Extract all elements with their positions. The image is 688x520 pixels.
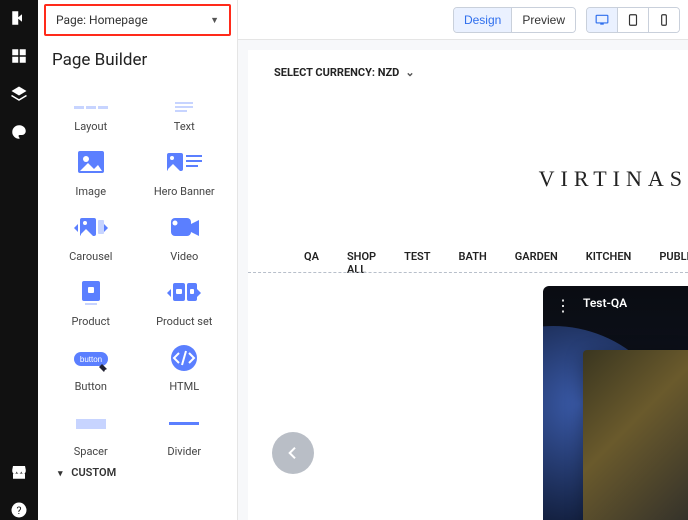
widget-carousel[interactable]: Carousel bbox=[44, 206, 138, 265]
widget-label: Hero Banner bbox=[154, 185, 215, 198]
widget-label: Product set bbox=[156, 315, 212, 328]
design-tab[interactable]: Design bbox=[454, 8, 511, 32]
widget-label: Divider bbox=[167, 445, 201, 458]
widget-label: Product bbox=[72, 315, 110, 328]
canvas-area: Design Preview SELECT CURRENCY: NZD ⌄ bbox=[238, 0, 688, 520]
page-selector[interactable]: Page: Homepage ▼ bbox=[44, 4, 231, 36]
layers-icon[interactable] bbox=[9, 84, 29, 104]
widget-hero-banner[interactable]: Hero Banner bbox=[138, 141, 232, 200]
widget-label: Layout bbox=[74, 120, 107, 133]
widget-html[interactable]: HTML bbox=[138, 336, 232, 395]
mobile-icon bbox=[657, 14, 671, 26]
carousel-card-image[interactable] bbox=[583, 350, 688, 520]
desktop-icon bbox=[595, 14, 609, 26]
widget-label: Spacer bbox=[74, 445, 108, 458]
widget-label: Carousel bbox=[69, 250, 112, 263]
widget-label: Image bbox=[75, 185, 106, 198]
mobile-viewport-button[interactable] bbox=[648, 8, 679, 32]
widget-label: Button bbox=[75, 380, 107, 393]
widget-button[interactable]: button Button bbox=[44, 336, 138, 395]
widgets-icon[interactable] bbox=[9, 46, 29, 66]
page-selector-label: Page: Homepage bbox=[56, 13, 148, 27]
widget-layout[interactable]: Layout bbox=[44, 76, 138, 135]
card-title: Test-QA bbox=[583, 296, 627, 310]
tablet-icon bbox=[626, 14, 640, 26]
brand-logo: VIRTINAS bbox=[539, 166, 688, 192]
help-icon[interactable]: ? bbox=[9, 500, 29, 520]
currency-selector[interactable]: SELECT CURRENCY: NZD ⌄ bbox=[248, 50, 688, 89]
widget-label: HTML bbox=[169, 380, 199, 393]
widget-label: Text bbox=[174, 120, 195, 133]
widget-spacer[interactable]: Spacer bbox=[44, 401, 138, 460]
widget-product[interactable]: Product bbox=[44, 271, 138, 330]
store-icon[interactable] bbox=[9, 462, 29, 482]
desktop-viewport-button[interactable] bbox=[587, 8, 617, 32]
custom-section-header[interactable]: CUSTOM bbox=[44, 460, 231, 479]
svg-text:?: ? bbox=[17, 504, 22, 517]
widget-label: Video bbox=[170, 250, 198, 263]
drop-zone-divider bbox=[248, 272, 688, 273]
widget-product-set[interactable]: Product set bbox=[138, 271, 232, 330]
widget-image[interactable]: Image bbox=[44, 141, 138, 200]
svg-text:button: button bbox=[80, 355, 102, 364]
logo-icon[interactable] bbox=[9, 8, 29, 28]
widget-video[interactable]: Video bbox=[138, 206, 232, 265]
more-icon[interactable]: ⋮ bbox=[555, 296, 573, 315]
theme-icon[interactable] bbox=[9, 122, 29, 142]
preview-tab[interactable]: Preview bbox=[511, 8, 575, 32]
carousel-prev-button[interactable] bbox=[272, 432, 314, 474]
app-rail: ? bbox=[0, 0, 38, 520]
widget-text[interactable]: Text bbox=[138, 76, 232, 135]
caret-down-icon: ▼ bbox=[210, 15, 219, 26]
widget-divider[interactable]: Divider bbox=[138, 401, 232, 460]
sidebar: Page: Homepage ▼ Page Builder Layout Tex… bbox=[38, 0, 238, 520]
sidebar-title: Page Builder bbox=[38, 40, 237, 76]
mode-toggle: Design Preview bbox=[453, 7, 576, 33]
viewport-toggle bbox=[586, 7, 680, 33]
chevron-down-icon: ⌄ bbox=[405, 66, 414, 79]
chevron-left-icon bbox=[285, 445, 301, 461]
tablet-viewport-button[interactable] bbox=[617, 8, 648, 32]
page-canvas[interactable]: SELECT CURRENCY: NZD ⌄ VIRTINAS QA SHOP … bbox=[248, 50, 688, 520]
